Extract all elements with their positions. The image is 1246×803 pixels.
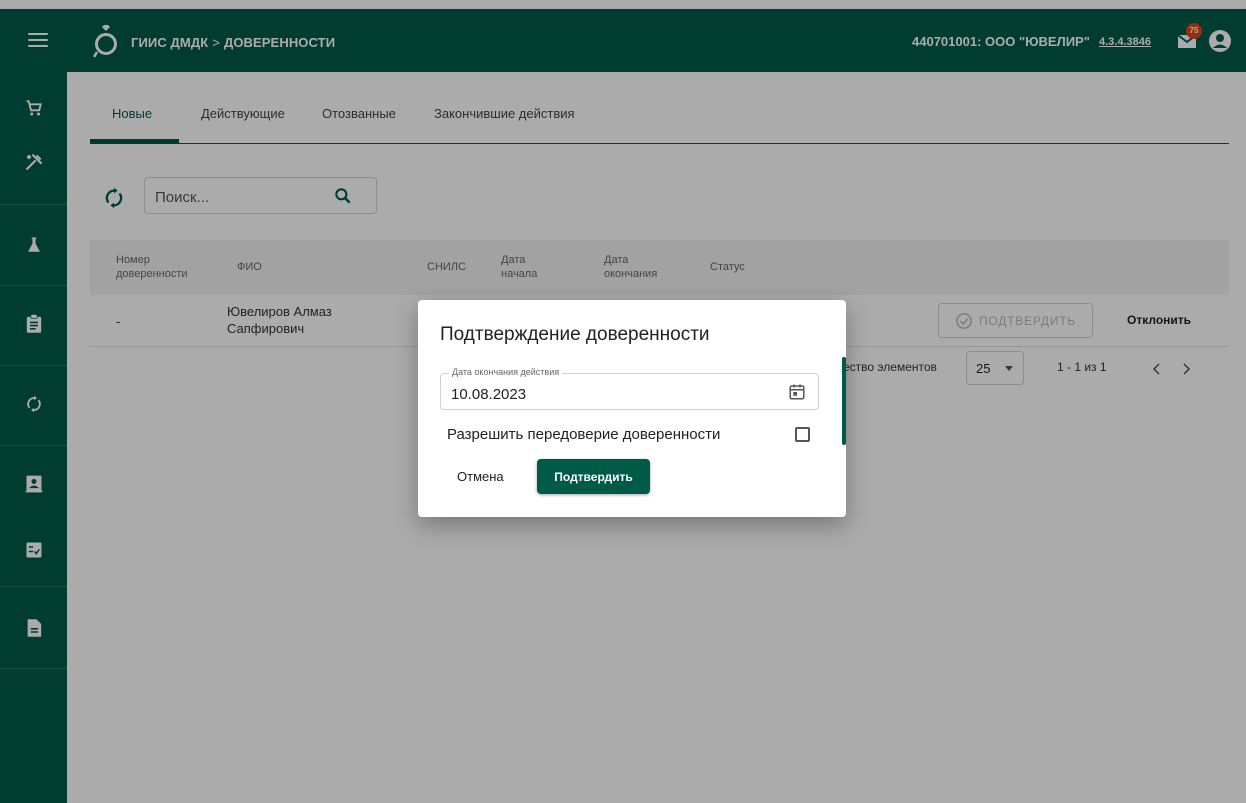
dialog-scrollbar[interactable] [842, 357, 846, 445]
end-date-input[interactable] [451, 386, 751, 403]
dialog-title: Подтверждение доверенности [440, 324, 710, 345]
allow-redelegation-label: Разрешить передоверие доверенности [447, 426, 721, 443]
end-date-field[interactable]: Дата окончания действия [440, 367, 819, 410]
allow-redelegation-checkbox[interactable] [795, 427, 810, 442]
confirm-power-of-attorney-dialog: Подтверждение доверенности Дата окончани… [418, 300, 846, 517]
cancel-button[interactable]: Отмена [457, 469, 504, 484]
calendar-icon[interactable] [788, 383, 806, 401]
end-date-label: Дата окончания действия [449, 367, 563, 377]
confirm-button[interactable]: Подтвердить [537, 459, 650, 494]
